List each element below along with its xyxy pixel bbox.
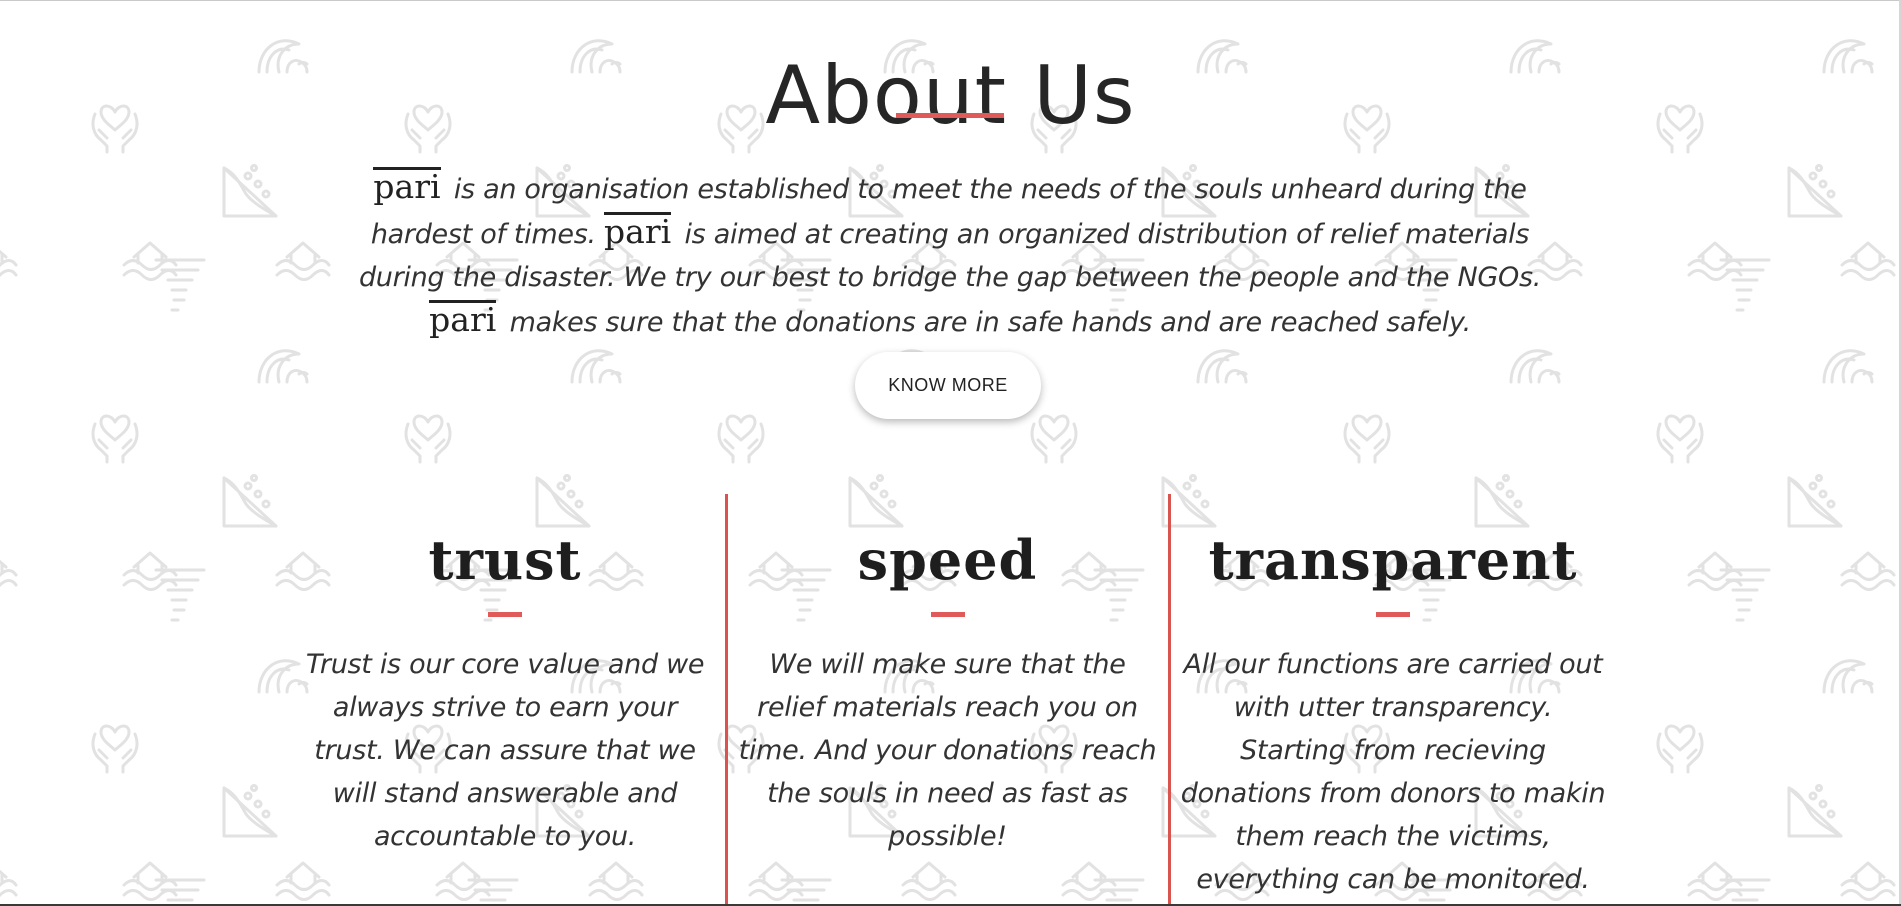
page-title: About Us <box>765 48 1136 142</box>
value-heading: transparent <box>1208 528 1578 592</box>
value-underline <box>930 612 965 617</box>
value-heading: speed <box>857 528 1038 592</box>
brand-logo-text: pari <box>373 167 441 206</box>
value-underline <box>488 612 522 617</box>
brand-logo-text: pari <box>604 211 672 251</box>
about-section: About Us pari is an organisation establi… <box>0 0 1901 906</box>
column-divider <box>725 494 728 906</box>
know-more-button[interactable]: KNOW MORE <box>855 352 1041 419</box>
intro-text-3: makes sure that the donations are in saf… <box>509 306 1472 338</box>
value-description: Trust is our core value and we always st… <box>305 649 705 852</box>
value-card-speed: speed We will make sure that the relief … <box>735 520 1160 858</box>
title-underline <box>896 113 1004 118</box>
intro-paragraph: pari is an organisation established to m… <box>350 167 1550 344</box>
top-border <box>0 0 1901 1</box>
value-heading: trust <box>428 528 582 592</box>
value-underline <box>1376 612 1410 617</box>
value-description: We will make sure that the relief materi… <box>738 649 1157 852</box>
value-card-transparent: transparent All our functions are carrie… <box>1178 520 1608 901</box>
brand-logo-text: pari <box>429 299 497 339</box>
column-divider <box>1168 494 1171 906</box>
value-description: All our functions are carried out with u… <box>1180 649 1606 895</box>
value-card-trust: trust Trust is our core value and we alw… <box>295 520 715 858</box>
